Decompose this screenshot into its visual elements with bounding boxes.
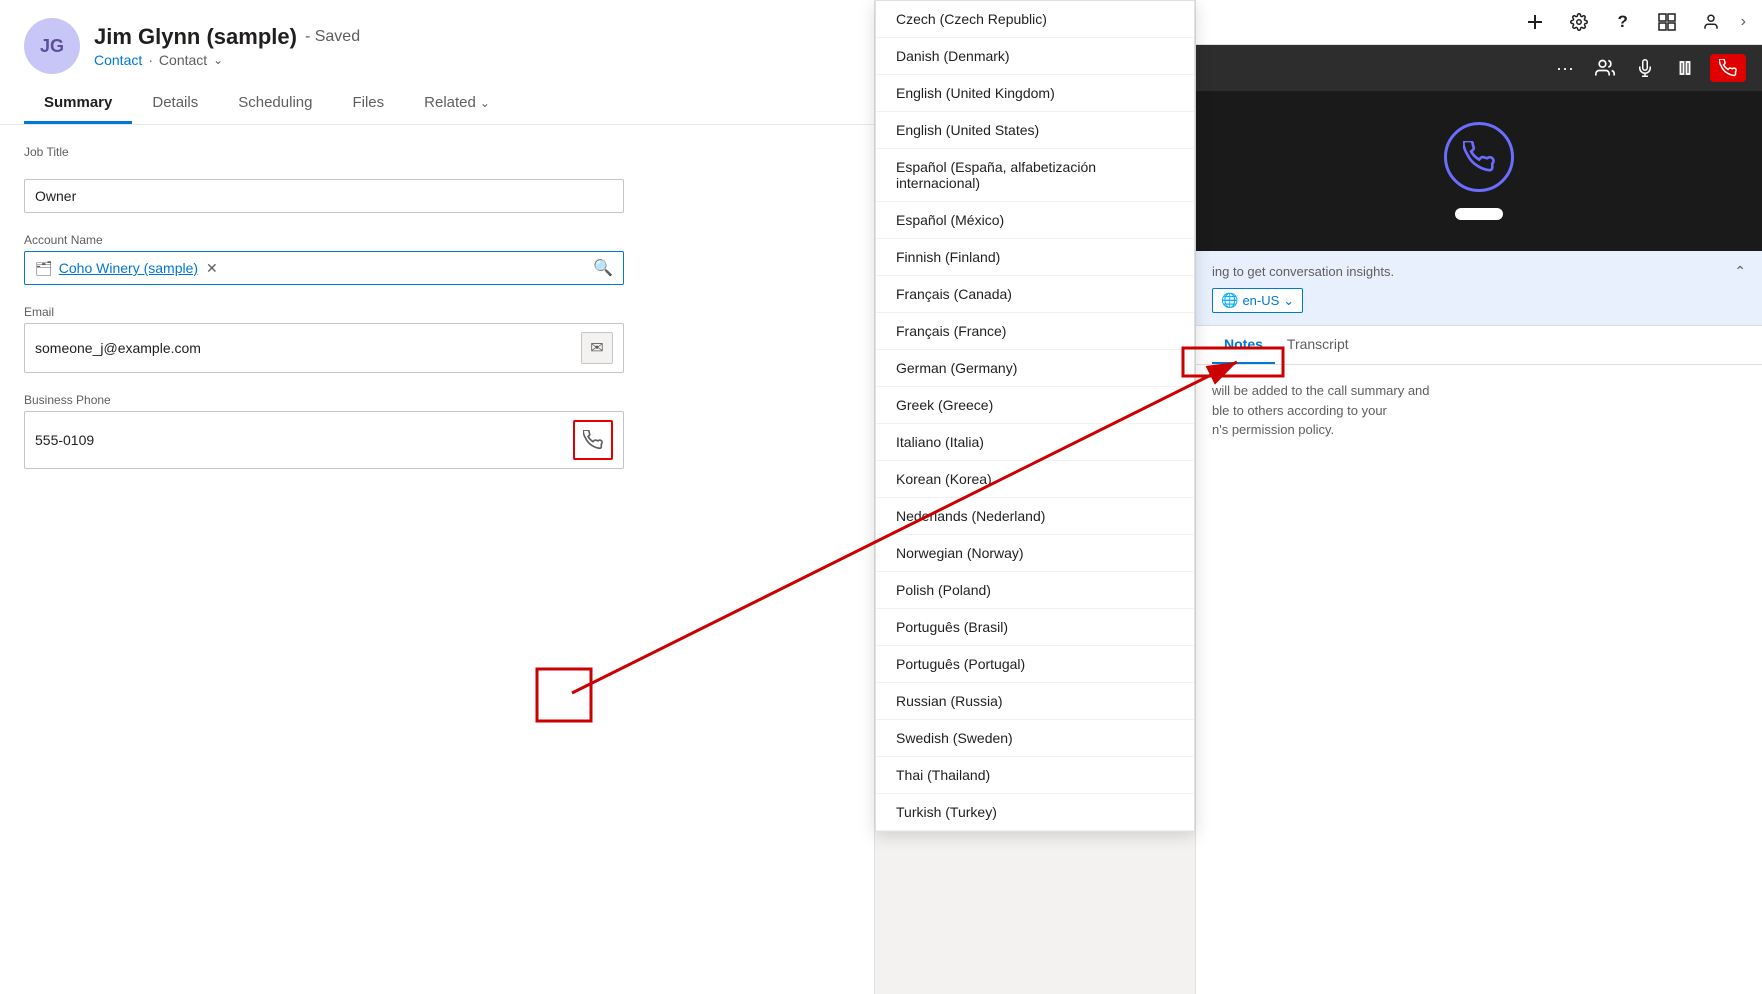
business-phone-field: Business Phone 555-0109: [24, 393, 850, 469]
job-title-field: Job Title: [24, 145, 850, 159]
account-name-field: Account Name 🗂 Coho Winery (sample) ✕ 🔍: [24, 233, 850, 285]
tab-transcript[interactable]: Transcript: [1275, 326, 1361, 364]
contact-type-chevron[interactable]: ⌄: [213, 53, 223, 67]
insights-collapse-button[interactable]: ⌃: [1734, 263, 1746, 280]
globe-icon: 🌐: [1221, 292, 1238, 309]
business-phone-input[interactable]: 555-0109: [24, 411, 624, 469]
email-send-button[interactable]: ✉: [581, 332, 613, 364]
lang-item-korean[interactable]: Korean (Korea): [876, 461, 1194, 498]
account-name-label: Account Name: [24, 233, 850, 247]
business-phone-label: Business Phone: [24, 393, 850, 407]
tab-notes[interactable]: Notes: [1212, 326, 1275, 364]
call-panel: ? › ···: [1195, 0, 1762, 994]
email-input[interactable]: someone_j@example.com ✉: [24, 323, 624, 373]
lang-item-english-us[interactable]: English (United States): [876, 112, 1194, 149]
record-name: Jim Glynn (sample): [94, 24, 297, 50]
lang-item-czech[interactable]: Czech (Czech Republic): [876, 1, 1194, 38]
call-ring-indicator: [1444, 122, 1514, 192]
phone-icon: [583, 430, 603, 450]
call-topbar: ? ›: [1196, 0, 1762, 45]
lang-item-portuguese-br[interactable]: Português (Brasil): [876, 609, 1194, 646]
form-content: Job Title Owner Account Name 🗂 Coho Wine…: [0, 125, 874, 989]
owner-input[interactable]: Owner: [24, 179, 624, 213]
related-label: Related: [424, 94, 476, 111]
grid-icon[interactable]: [1653, 8, 1681, 36]
email-field: Email someone_j@example.com ✉: [24, 305, 850, 373]
job-title-label: Job Title: [24, 145, 850, 159]
lang-item-finnish[interactable]: Finnish (Finland): [876, 239, 1194, 276]
contact-type-link[interactable]: Contact: [94, 52, 142, 68]
user-profile-icon[interactable]: [1697, 8, 1725, 36]
related-chevron-icon: ⌄: [480, 96, 490, 110]
account-search-icon[interactable]: 🔍: [593, 258, 613, 278]
phone-call-button[interactable]: [573, 420, 613, 460]
lang-item-espanol-mx[interactable]: Español (México): [876, 202, 1194, 239]
nav-tabs: Summary Details Scheduling Files Related…: [24, 84, 850, 124]
tab-summary[interactable]: Summary: [24, 84, 132, 124]
avatar: JG: [24, 18, 80, 74]
tab-files[interactable]: Files: [332, 84, 404, 124]
record-header: JG Jim Glynn (sample) - Saved Contact · …: [0, 0, 874, 125]
lang-item-norwegian[interactable]: Norwegian (Norway): [876, 535, 1194, 572]
lang-item-english-uk[interactable]: English (United Kingdom): [876, 75, 1194, 112]
account-clear-icon[interactable]: ✕: [206, 260, 218, 277]
language-selector[interactable]: 🌐 en-US ⌄: [1212, 288, 1303, 313]
notes-tabs: Notes Transcript: [1196, 326, 1762, 365]
crm-panel: JG Jim Glynn (sample) - Saved Contact · …: [0, 0, 875, 994]
lang-item-francais-fr[interactable]: Français (France): [876, 313, 1194, 350]
tab-related[interactable]: Related ⌄: [404, 84, 510, 124]
lang-item-espanol-es[interactable]: Español (España, alfabetización internac…: [876, 149, 1194, 202]
notes-text: will be added to the call summary andble…: [1212, 383, 1430, 437]
owner-value: Owner: [35, 188, 613, 204]
end-call-button[interactable]: [1710, 54, 1746, 82]
call-name-display: [1455, 208, 1503, 220]
lang-item-turkish[interactable]: Turkish (Turkey): [876, 794, 1194, 831]
panel-collapse-button[interactable]: ›: [1741, 13, 1746, 31]
phone-controls-bar: ···: [1196, 45, 1762, 91]
help-icon[interactable]: ?: [1609, 8, 1637, 36]
lang-item-greek[interactable]: Greek (Greece): [876, 387, 1194, 424]
lang-item-dutch[interactable]: Nederlands (Nederland): [876, 498, 1194, 535]
language-dropdown: Czech (Czech Republic) Danish (Denmark) …: [875, 0, 1195, 832]
owner-field: Owner: [24, 179, 850, 213]
lang-selector-value: en-US: [1242, 293, 1279, 308]
call-visual-area: [1196, 91, 1762, 251]
lang-item-russian[interactable]: Russian (Russia): [876, 683, 1194, 720]
more-options-button[interactable]: ···: [1550, 53, 1580, 83]
email-label: Email: [24, 305, 850, 319]
lang-selector-chevron-icon: ⌄: [1283, 293, 1294, 309]
lang-item-polish[interactable]: Polish (Poland): [876, 572, 1194, 609]
account-name-input[interactable]: 🗂 Coho Winery (sample) ✕ 🔍: [24, 251, 624, 285]
email-value: someone_j@example.com: [35, 340, 581, 356]
notes-content-area: will be added to the call summary andble…: [1196, 365, 1762, 456]
lang-item-thai[interactable]: Thai (Thailand): [876, 757, 1194, 794]
lang-item-italiano[interactable]: Italiano (Italia): [876, 424, 1194, 461]
business-phone-value: 555-0109: [35, 432, 573, 448]
tab-scheduling[interactable]: Scheduling: [218, 84, 332, 124]
insights-header: ing to get conversation insights. ⌃: [1212, 263, 1746, 280]
account-record-icon: 🗂: [35, 260, 53, 277]
add-people-button[interactable]: [1590, 53, 1620, 83]
mute-button[interactable]: [1630, 53, 1660, 83]
record-title: Jim Glynn (sample) - Saved: [94, 24, 360, 50]
tab-details[interactable]: Details: [132, 84, 218, 124]
lang-item-danish[interactable]: Danish (Denmark): [876, 38, 1194, 75]
lang-item-portuguese-pt[interactable]: Português (Portugal): [876, 646, 1194, 683]
header-info: Jim Glynn (sample) - Saved Contact · Con…: [94, 24, 360, 68]
lang-item-german[interactable]: German (Germany): [876, 350, 1194, 387]
lang-item-francais-ca[interactable]: Français (Canada): [876, 276, 1194, 313]
insights-panel: ing to get conversation insights. ⌃ 🌐 en…: [1196, 251, 1762, 326]
record-subtitle: Contact · Contact ⌄: [94, 52, 360, 68]
insights-text: ing to get conversation insights.: [1212, 264, 1394, 279]
dot-separator: ·: [148, 52, 153, 68]
lang-item-swedish[interactable]: Swedish (Sweden): [876, 720, 1194, 757]
hold-button[interactable]: [1670, 53, 1700, 83]
settings-icon[interactable]: [1565, 8, 1593, 36]
contact-type-text: Contact: [159, 52, 207, 68]
add-icon[interactable]: [1521, 8, 1549, 36]
account-name-link[interactable]: Coho Winery (sample): [59, 260, 198, 276]
saved-badge: - Saved: [305, 28, 360, 46]
